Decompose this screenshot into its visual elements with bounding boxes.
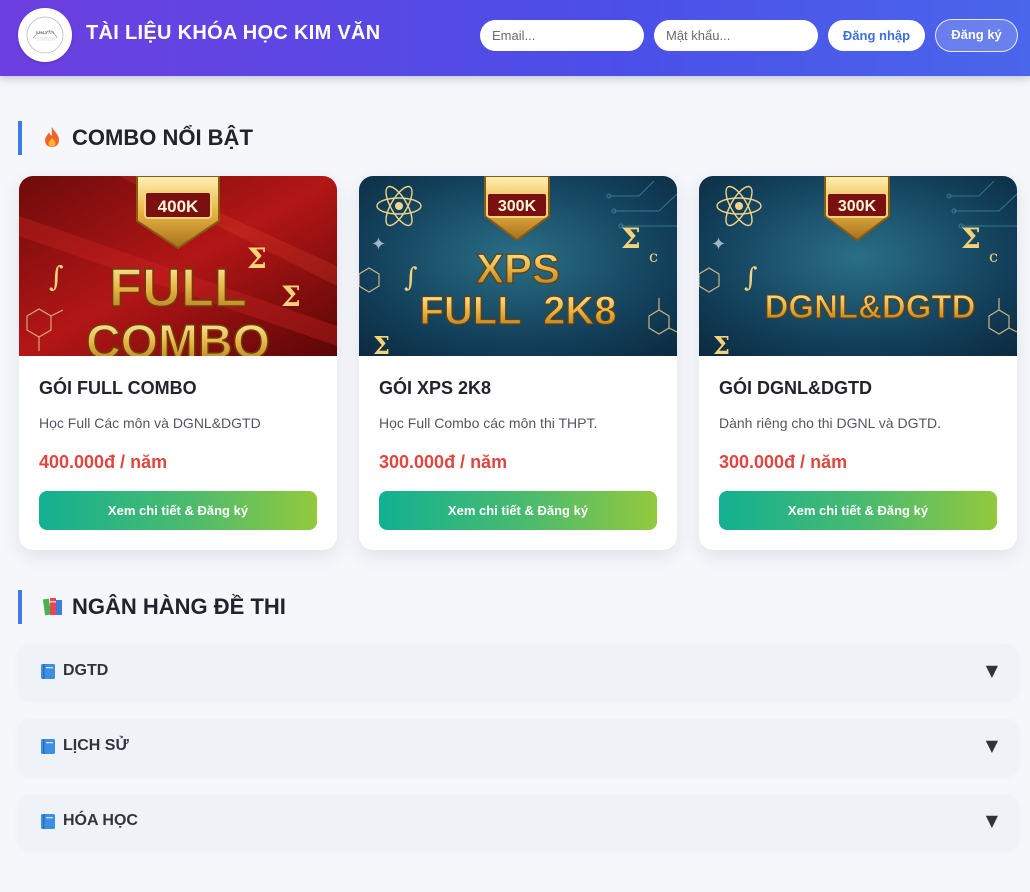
- section-title-bank: NGÂN HÀNG ĐỀ THI: [18, 590, 286, 624]
- accordion-item-lich-su[interactable]: LỊCH SỬ ▼: [18, 719, 1018, 774]
- card-price: 300.000đ / năm: [719, 452, 848, 472]
- svg-text:Σ: Σ: [281, 280, 301, 313]
- svg-text:∫: ∫: [404, 263, 418, 293]
- top-header: KIM VĂN TÀI LIỆU KHÓA HỌC KIM VĂN Đăng n…: [0, 0, 1030, 76]
- svg-text:c: c: [649, 247, 658, 266]
- card-banner-full: 400K FULL COMBO ∫ Σ Σ: [19, 176, 337, 356]
- chevron-down-icon[interactable]: ▼: [986, 811, 998, 830]
- card-description: Học Full Các môn và DGNL&DGTD: [39, 415, 261, 431]
- svg-text:Σ: Σ: [713, 331, 730, 356]
- register-button[interactable]: Đăng ký: [935, 19, 1018, 52]
- password-input[interactable]: [654, 20, 818, 51]
- card-name: GÓI DGNL&DGTD: [719, 378, 872, 398]
- svg-text:Σ: Σ: [961, 222, 981, 255]
- svg-text:∫: ∫: [744, 263, 758, 293]
- fire-icon: [42, 121, 66, 155]
- email-input[interactable]: [480, 20, 644, 51]
- svg-text:c: c: [989, 247, 998, 266]
- card-description: Học Full Combo các môn thi THPT.: [379, 415, 598, 431]
- card-banner-dgnl: 300K DGNL&DGTD ∫ Σ c Σ ✦: [699, 176, 1017, 356]
- badge-300k: 300K: [498, 198, 537, 215]
- logo-text: KIM VĂN: [36, 30, 54, 35]
- view-details-button[interactable]: Xem chi tiết & Đăng ký: [379, 491, 657, 530]
- banner-line-2: FULL 2K8: [419, 289, 616, 333]
- banner-line-1: FULL: [109, 258, 247, 318]
- banner-line-1: XPS: [476, 245, 560, 292]
- svg-text:∫: ∫: [49, 260, 64, 293]
- accordion-item-dgtd[interactable]: DGTD ▼: [18, 644, 1018, 699]
- chevron-down-icon[interactable]: ▼: [986, 736, 998, 755]
- svg-text:✦: ✦: [711, 234, 726, 255]
- book-icon: [41, 664, 55, 679]
- accordion-label: HÓA HỌC: [63, 812, 138, 829]
- login-button[interactable]: Đăng nhập: [828, 20, 925, 51]
- card-name: GÓI XPS 2K8: [379, 378, 492, 398]
- card-price: 400.000đ / năm: [39, 452, 168, 472]
- accordion-item-hoa-hoc[interactable]: HÓA HỌC ▼: [18, 794, 1018, 849]
- svg-text:Σ: Σ: [247, 242, 267, 275]
- combo-card-xps: 300K XPS FULL 2K8 ∫ Σ c Σ ✦ GÓI XPS 2K8 …: [359, 176, 677, 550]
- card-description: Dành riêng cho thi DGNL và DGTD.: [719, 415, 942, 431]
- svg-text:✦: ✦: [371, 234, 386, 255]
- logo-emblem: KIM VĂN: [26, 16, 64, 54]
- combo-card-full: 400K FULL COMBO ∫ Σ Σ GÓI FULL COMBO Học…: [19, 176, 337, 550]
- card-price: 300.000đ / năm: [379, 452, 508, 472]
- site-title: TÀI LIỆU KHÓA HỌC KIM VĂN: [86, 22, 381, 44]
- svg-text:Σ: Σ: [373, 331, 390, 356]
- accordion-label: DGTD: [63, 662, 109, 679]
- svg-text:Σ: Σ: [621, 222, 641, 255]
- card-name: GÓI FULL COMBO: [39, 378, 197, 398]
- section-title-combo: COMBO NỔI BẬT: [18, 121, 253, 155]
- books-icon: [42, 590, 66, 624]
- view-details-button[interactable]: Xem chi tiết & Đăng ký: [39, 491, 317, 530]
- banner-line-2: COMBO: [86, 316, 270, 356]
- badge-400k: 400K: [158, 197, 199, 216]
- book-icon: [41, 739, 55, 754]
- book-icon: [41, 814, 55, 829]
- section-title-combo-text: COMBO NỔI BẬT: [72, 125, 253, 150]
- accordion-label: LỊCH SỬ: [63, 737, 129, 754]
- site-logo[interactable]: KIM VĂN: [18, 8, 72, 62]
- combo-card-dgnl: 300K DGNL&DGTD ∫ Σ c Σ ✦ GÓI DGNL&DGTD D…: [699, 176, 1017, 550]
- view-details-button[interactable]: Xem chi tiết & Đăng ký: [719, 491, 997, 530]
- card-banner-xps: 300K XPS FULL 2K8 ∫ Σ c Σ ✦: [359, 176, 677, 356]
- banner-line-1: DGNL&DGTD: [765, 288, 976, 325]
- badge-300k: 300K: [838, 198, 877, 215]
- section-title-bank-text: NGÂN HÀNG ĐỀ THI: [72, 594, 286, 619]
- chevron-down-icon[interactable]: ▼: [986, 661, 998, 680]
